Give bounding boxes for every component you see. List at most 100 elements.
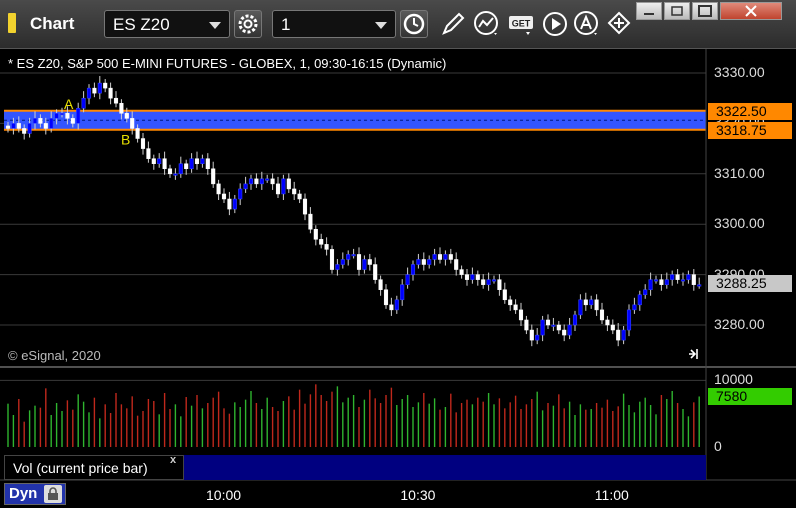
candle-body: [389, 304, 394, 311]
candle-body: [308, 213, 313, 230]
candle-body: [22, 128, 27, 134]
lock-button[interactable]: [44, 485, 62, 503]
candle-body: [621, 329, 626, 341]
candle-body: [599, 309, 605, 321]
candle-body: [162, 158, 167, 170]
candle-body: [238, 188, 243, 200]
candle-body: [157, 158, 162, 164]
candle-body: [275, 183, 281, 195]
study-label[interactable]: Vol (current price bar): [4, 455, 184, 480]
candle-body: [648, 279, 653, 290]
candle-body: [346, 254, 351, 260]
candle-body: [486, 279, 491, 285]
lock-icon: [48, 487, 58, 500]
candle-body: [135, 128, 140, 139]
candle-body: [32, 118, 38, 124]
candle-body: [410, 264, 416, 275]
alert-icon[interactable]: [572, 9, 602, 39]
get-icon[interactable]: GET: [506, 9, 536, 39]
window-title: Chart: [30, 14, 75, 33]
candle-body: [130, 118, 135, 129]
candle-body: [610, 324, 615, 331]
candle-body: [254, 178, 259, 185]
candle-body: [329, 249, 335, 270]
play-icon[interactable]: [540, 9, 570, 39]
candle-body: [200, 158, 205, 164]
candle-body: [113, 97, 119, 104]
studies-icon[interactable]: [472, 9, 502, 39]
candle-body: [459, 269, 464, 275]
candle-body: [124, 113, 129, 119]
dyn-label: Dyn: [9, 485, 38, 502]
candle-body: [394, 299, 399, 311]
candle-body: [178, 163, 183, 175]
candle-body: [578, 299, 583, 316]
candle-body: [232, 198, 237, 210]
candle-body: [194, 158, 200, 164]
candle-body: [54, 113, 59, 119]
chart-plot-area[interactable]: AB: [0, 49, 796, 508]
candle-body: [140, 138, 146, 149]
symbol-dropdown[interactable]: ES Z20: [104, 10, 230, 38]
candle-body: [464, 274, 470, 280]
restore-button[interactable]: [664, 2, 690, 20]
pencil-icon[interactable]: [438, 9, 468, 39]
close-button[interactable]: [720, 2, 782, 20]
candle-body: [535, 334, 540, 341]
candle-body: [313, 228, 318, 240]
price-tick-label: 3300.00: [714, 215, 765, 232]
candle-body: [5, 125, 11, 129]
candle-body: [508, 299, 513, 306]
minimize-icon: [644, 13, 654, 15]
candle-body: [38, 118, 43, 124]
interval-value: 1: [281, 15, 291, 34]
candle-body: [454, 259, 459, 270]
svg-text:GET: GET: [512, 19, 531, 29]
clock-icon: [403, 13, 425, 35]
candle-body: [583, 299, 588, 306]
candle-body: [335, 264, 340, 270]
symbol-settings-button[interactable]: [234, 10, 262, 38]
candle-body: [545, 319, 551, 326]
candle-body: [43, 123, 48, 129]
restore-icon: [671, 6, 683, 16]
level-price-tag: 3322.50: [708, 102, 792, 120]
minimize-button[interactable]: [636, 2, 662, 20]
candle-body: [637, 294, 642, 306]
scroll-to-end-icon[interactable]: [689, 349, 698, 359]
interval-dropdown[interactable]: 1: [272, 10, 396, 38]
gear-icon: [238, 14, 258, 34]
candle-body: [443, 254, 448, 260]
candle-body: [605, 319, 610, 326]
maximize-button[interactable]: [692, 2, 718, 20]
close-icon: [745, 5, 757, 17]
candle-body: [292, 188, 297, 195]
candle-body: [70, 118, 75, 124]
candle-body: [59, 113, 65, 116]
level-price-tag: 3318.75: [708, 121, 792, 139]
candle-body: [27, 123, 32, 134]
time-settings-button[interactable]: [400, 10, 428, 38]
candle-body: [556, 324, 561, 331]
candle-body: [248, 178, 254, 185]
candle-body: [675, 274, 680, 280]
candle-body: [400, 284, 405, 301]
candle-body: [11, 123, 16, 129]
candle-body: [540, 319, 545, 336]
candle-body: [92, 87, 97, 94]
chevron-down-icon: [375, 22, 387, 29]
candle-body: [324, 244, 329, 250]
last-price-tag: 3288.25: [708, 275, 792, 293]
symbol-value: ES Z20: [113, 15, 170, 34]
candle-body: [497, 279, 502, 290]
chart-window: Chart ES Z20 1 GET A B * ES Z20, S&P 500…: [0, 0, 796, 508]
candle-body: [319, 239, 324, 245]
candle-body: [481, 279, 486, 285]
candle-body: [680, 279, 686, 282]
candle-body: [97, 82, 102, 94]
candle-body: [103, 82, 108, 89]
settings-icon[interactable]: [604, 9, 634, 39]
study-close-icon[interactable]: x: [170, 454, 176, 466]
volume-last-tag: 7580: [708, 388, 792, 406]
candle-body: [416, 259, 421, 265]
